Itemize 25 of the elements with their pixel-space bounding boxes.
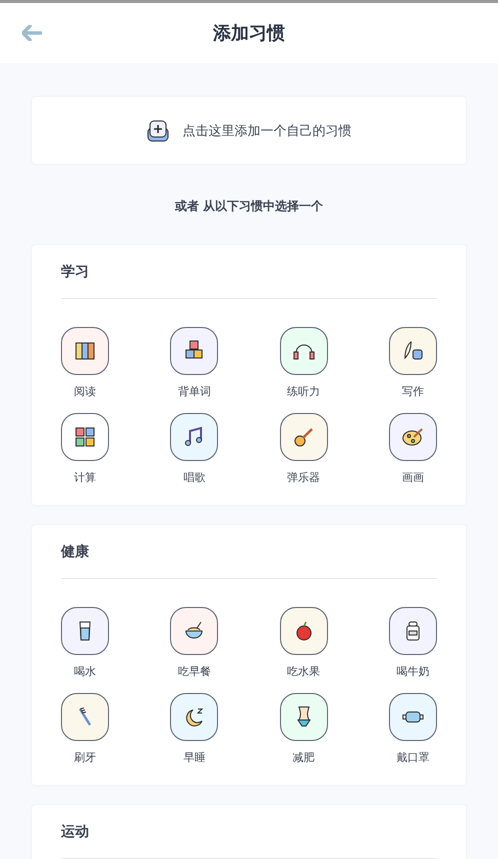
add-custom-habit-button[interactable]: 点击这里添加一个自己的习惯 — [32, 97, 466, 164]
habit-option[interactable]: 写作 — [382, 327, 443, 399]
back-button[interactable] — [20, 23, 44, 43]
habit-option[interactable]: 吃早餐 — [164, 607, 224, 679]
habit-option[interactable]: 阅读 — [55, 327, 115, 399]
habit-option[interactable]: 喝牛奶 — [382, 607, 443, 679]
category-title: 运动 — [61, 823, 437, 859]
habit-option[interactable]: 吃水果 — [274, 607, 334, 679]
habit-option[interactable]: 戴口罩 — [382, 693, 443, 765]
habit-option[interactable]: 计算 — [55, 413, 115, 485]
habit-option[interactable]: 弹乐器 — [274, 413, 334, 485]
habit-option[interactable]: 背单词 — [164, 327, 224, 399]
habit-option[interactable]: 画画 — [382, 413, 443, 485]
habit-option[interactable]: 减肥 — [274, 693, 334, 765]
back-arrow-icon — [22, 25, 42, 41]
page-title: 添加习惯 — [213, 22, 285, 45]
category-title: 学习 — [61, 263, 437, 299]
category-title: 健康 — [61, 543, 437, 579]
habit-option[interactable]: 喝水 — [55, 607, 115, 679]
choose-habit-hint: 或者 从以下习惯中选择一个 — [174, 198, 324, 215]
habit-option[interactable]: 刷牙 — [55, 693, 115, 765]
add-icon — [146, 120, 168, 142]
habit-option[interactable]: 早睡 — [164, 693, 224, 765]
habit-option[interactable]: 练听力 — [274, 327, 334, 399]
habit-option[interactable]: 唱歌 — [164, 413, 224, 485]
